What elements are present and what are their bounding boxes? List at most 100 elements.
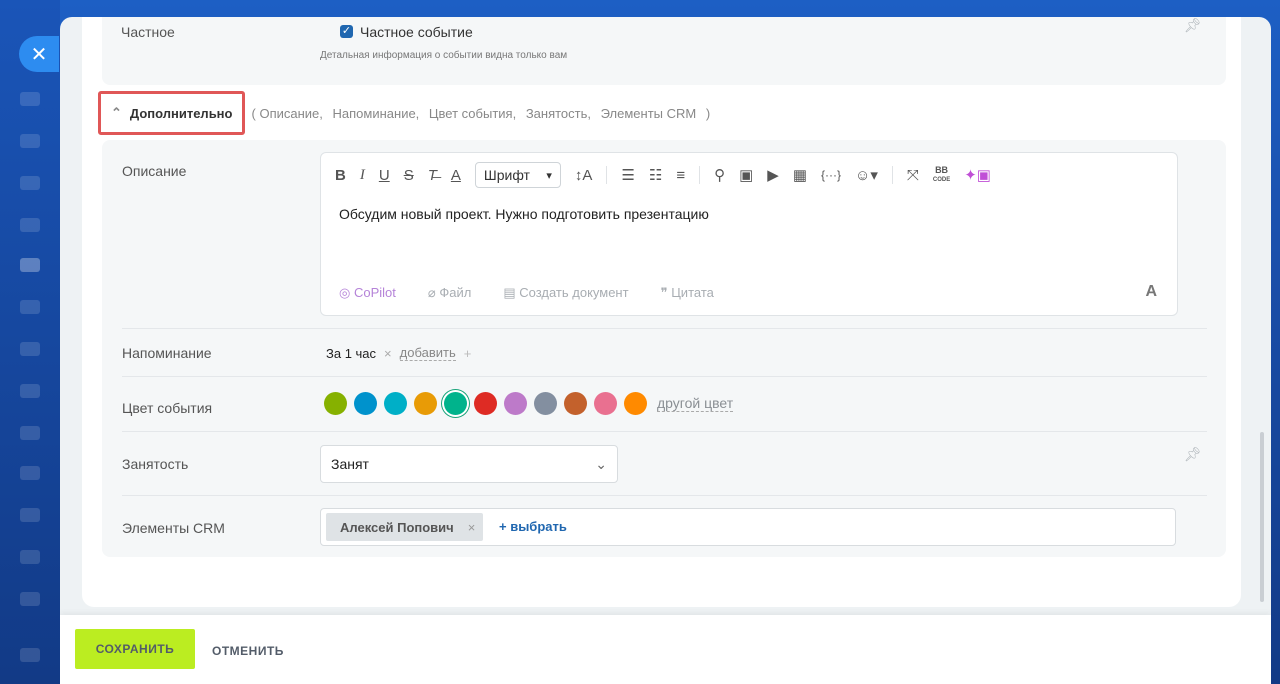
crm-pick-button[interactable]: + выбрать [499, 519, 567, 534]
bbcode-icon[interactable]: BB CODE [933, 166, 950, 184]
editor-toolbar: B I U S T̶ A Шрифт ▾ ↕A ☰ ☷ ≡ ⚲ ▣ ▶ ▦ {·… [335, 162, 991, 188]
more-items-list: ( Описание, Напоминание, Цвет события, З… [251, 106, 716, 121]
divider [122, 328, 1207, 329]
description-text[interactable]: Обсудим новый проект. Нужно подготовить … [339, 206, 709, 222]
divider [122, 376, 1207, 377]
strikethrough-icon[interactable]: S [404, 167, 414, 184]
busy-label: Занятость [122, 456, 189, 472]
color-swatch[interactable] [564, 392, 587, 415]
divider [122, 495, 1207, 496]
rail-icon [20, 508, 40, 522]
event-form-card: Частное ✓ Частное событие Детальная инфо… [82, 17, 1241, 607]
align-icon[interactable]: ≡ [676, 167, 685, 184]
color-label: Цвет события [122, 400, 213, 416]
crm-tag-label: Алексей Попович [340, 519, 454, 535]
color-swatch[interactable] [474, 392, 497, 415]
reminder-row: За 1 час × добавить + [326, 345, 471, 361]
color-swatch[interactable] [534, 392, 557, 415]
chevron-down-icon: ⌄ [595, 455, 607, 472]
rail-icon [20, 592, 40, 606]
color-swatch[interactable] [354, 392, 377, 415]
color-swatch[interactable] [444, 392, 467, 415]
other-color-link[interactable]: другой цвет [657, 395, 734, 412]
file-button[interactable]: ⌀ Файл [428, 285, 471, 301]
color-swatch[interactable] [414, 392, 437, 415]
link-icon[interactable]: ⚲ [714, 166, 725, 184]
crm-tag: Алексей Попович × [326, 513, 484, 541]
remove-tag-icon[interactable]: × [468, 520, 476, 535]
color-swatch[interactable] [384, 392, 407, 415]
rail-icon [20, 342, 40, 356]
file-label: Файл [439, 285, 472, 300]
private-hint: Детальная информация о событии видна тол… [320, 50, 568, 61]
font-size-icon[interactable]: ↕A [575, 167, 593, 184]
copilot-button[interactable]: ◎ CoPilot [339, 285, 396, 301]
private-checkbox[interactable]: ✓ [340, 25, 353, 38]
description-editor[interactable]: B I U S T̶ A Шрифт ▾ ↕A ☰ ☷ ≡ ⚲ ▣ ▶ ▦ {·… [320, 152, 1178, 316]
toolbar-separator [606, 166, 608, 184]
clear-format-icon[interactable]: T̶ [428, 167, 437, 184]
text-color-icon[interactable]: A [451, 167, 461, 184]
more-item-reminder[interactable]: Напоминание, [333, 106, 420, 121]
form-footer: СОХРАНИТЬ ОТМЕНИТЬ [60, 615, 1271, 684]
divider [122, 431, 1207, 432]
more-item-color[interactable]: Цвет события, [429, 106, 516, 121]
additional-section: Описание B I U S T̶ A Шрифт ▾ ↕A ☰ ☷ ≡ ⚲… [102, 140, 1226, 557]
chevron-up-icon: ⌃ [111, 105, 122, 120]
pin-icon[interactable]: 📌︎ [1184, 17, 1202, 34]
color-swatch[interactable] [504, 392, 527, 415]
font-select[interactable]: Шрифт ▾ [474, 162, 561, 188]
bold-icon[interactable]: B [335, 167, 346, 184]
rail-icon [20, 466, 40, 480]
private-section: Частное ✓ Частное событие Детальная инфо… [102, 17, 1226, 85]
more-item-description[interactable]: Описание, [259, 106, 322, 121]
rail-icon [20, 384, 40, 398]
busy-select[interactable]: Занят ⌄ [320, 445, 618, 483]
rail-icon [20, 92, 40, 106]
ai-image-icon[interactable]: ✦▣ [964, 166, 991, 184]
italic-icon[interactable]: I [360, 167, 365, 184]
bullet-list-icon[interactable]: ☷ [649, 166, 662, 184]
cancel-button[interactable]: ОТМЕНИТЬ [212, 644, 284, 658]
format-toggle-button[interactable]: A [1145, 283, 1157, 301]
video-icon[interactable]: ▶ [767, 166, 779, 184]
color-swatch[interactable] [324, 392, 347, 415]
quote-icon: ❞ [660, 285, 668, 300]
busy-select-value: Занят [331, 456, 369, 472]
rail-icon [20, 134, 40, 148]
private-checkbox-label[interactable]: Частное событие [360, 24, 473, 40]
add-reminder-link[interactable]: добавить [399, 345, 456, 361]
underline-icon[interactable]: U [379, 167, 390, 184]
numbered-list-icon[interactable]: ☰ [621, 166, 634, 184]
more-item-crm[interactable]: Элементы CRM [601, 106, 697, 121]
save-button[interactable]: СОХРАНИТЬ [75, 629, 195, 669]
copilot-label: CoPilot [353, 285, 396, 300]
rail-icon [20, 176, 40, 190]
remove-reminder-icon[interactable]: × [384, 346, 392, 361]
event-slider-panel: Частное ✓ Частное событие Детальная инфо… [60, 17, 1271, 684]
fullscreen-icon[interactable]: ⤧ [907, 167, 919, 184]
crm-field[interactable]: Алексей Попович × + выбрать [320, 508, 1176, 546]
quote-button[interactable]: ❞ Цитата [661, 285, 714, 301]
more-item-busy[interactable]: Занятость, [526, 106, 591, 121]
plus-icon[interactable]: + [464, 346, 472, 361]
more-toggle-label: Дополнительно [129, 105, 233, 121]
document-icon: ▤ [503, 285, 516, 300]
more-toggle-button[interactable]: ⌃ Дополнительно [98, 91, 246, 135]
create-document-button[interactable]: ▤ Создать документ [503, 285, 628, 301]
color-swatch[interactable] [624, 392, 647, 415]
scrollbar[interactable] [1260, 432, 1264, 602]
color-swatch[interactable] [594, 392, 617, 415]
emoji-icon[interactable]: ☺▾ [855, 166, 878, 184]
rail-icon [20, 648, 40, 662]
toolbar-separator [891, 166, 893, 184]
table-icon[interactable]: ▦ [793, 166, 807, 184]
image-icon[interactable]: ▣ [739, 166, 753, 184]
pin-icon[interactable]: 📌︎ [1184, 446, 1202, 463]
close-slider-button[interactable]: ✕ [19, 36, 59, 72]
rail-icon [20, 426, 40, 440]
code-icon[interactable]: {···} [821, 168, 841, 182]
more-open-paren: ( [251, 105, 256, 121]
close-icon: ✕ [30, 43, 48, 66]
create-document-label: Создать документ [519, 285, 629, 300]
